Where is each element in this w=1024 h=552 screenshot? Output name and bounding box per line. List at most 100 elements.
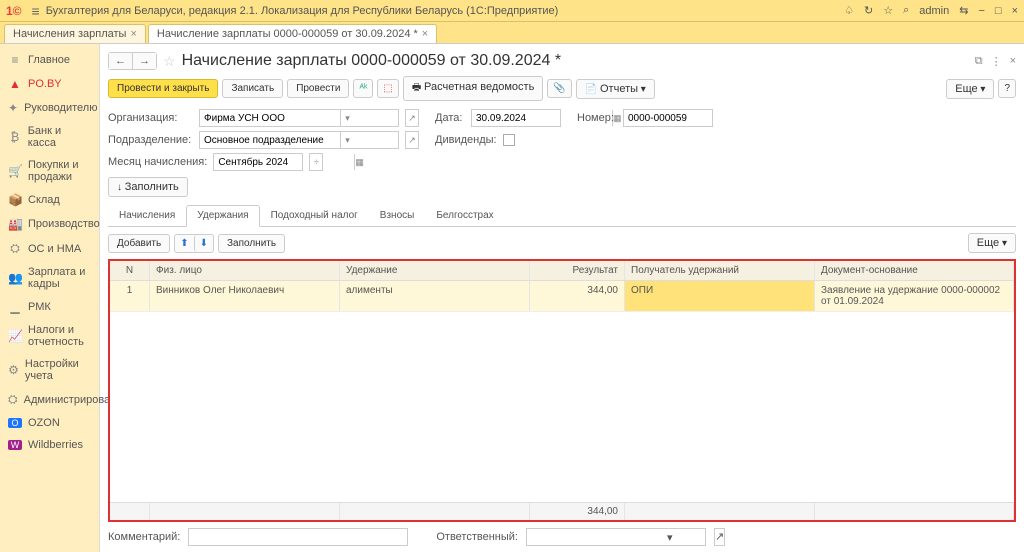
sidebar-item-admin[interactable]: ⛭Администрирование (0, 387, 99, 412)
sidebar-item-tax[interactable]: 📈Налоги и отчетность (0, 319, 99, 353)
otchety-button[interactable]: 📄 Отчеты ▾ (576, 79, 655, 99)
sidebar-item-ozon[interactable]: OOZON (0, 412, 99, 434)
month-stepper[interactable]: ÷ (309, 153, 323, 171)
dividend-checkbox[interactable] (503, 134, 515, 146)
calendar-icon[interactable]: ▦ (354, 154, 364, 170)
sidebar-item-main[interactable]: ≡Главное (0, 48, 99, 72)
attach-button[interactable]: 📎 (547, 79, 571, 98)
maximize-icon[interactable]: □ (995, 5, 1002, 17)
cell-res: 344,00 (530, 281, 625, 311)
home-icon: ≡ (8, 53, 22, 67)
dropdown-icon[interactable]: ▾ (667, 531, 673, 544)
cell-fio: Винников Олег Николаевич (150, 281, 340, 311)
month-input-wrap: ▦ (213, 153, 303, 171)
subtab-nachisleniya[interactable]: Начисления (108, 205, 186, 226)
add-button[interactable]: Добавить (108, 234, 170, 253)
cell-doc: Заявление на удержание 0000-000002 от 01… (815, 281, 1014, 311)
move-group: ⬆ ⬇ (174, 234, 214, 253)
people-icon: 👥 (8, 271, 22, 285)
resp-input[interactable] (527, 529, 667, 545)
org-input[interactable] (200, 110, 340, 126)
number-input[interactable] (624, 110, 764, 126)
fill-button[interactable]: ↓ Заполнить (108, 177, 188, 197)
sidebar-item-warehouse[interactable]: 📦Склад (0, 188, 99, 212)
fill-table-button[interactable]: Заполнить (218, 234, 285, 253)
app-title: Бухгалтерия для Беларуси, редакция 2.1. … (46, 5, 844, 17)
nav-forward-button[interactable]: → (133, 53, 156, 69)
help-button[interactable]: ? (998, 79, 1016, 98)
minimize-icon[interactable]: − (978, 5, 984, 17)
cell-pol[interactable]: ОПИ (625, 281, 815, 311)
sidebar-item-os[interactable]: ⛭ОС и НМА (0, 236, 99, 261)
open-resp-button[interactable]: ↗ (714, 528, 725, 546)
bell-icon[interactable]: ♤ (844, 4, 854, 17)
close-doc-icon[interactable]: × (1010, 55, 1016, 68)
comment-input[interactable] (189, 529, 329, 545)
dropdown-icon[interactable]: ▾ (340, 132, 354, 148)
month-input[interactable] (214, 154, 354, 170)
tab-doc[interactable]: Начисление зарплаты 0000-000059 от 30.09… (148, 24, 437, 43)
more-icon[interactable]: ⋮ (991, 55, 1002, 68)
sidebar-item-poby[interactable]: ▲PO.BY (0, 72, 99, 96)
factory-icon: 🏭 (8, 217, 22, 231)
number-input-wrap (623, 109, 713, 127)
star-icon[interactable]: ☆ (883, 4, 893, 17)
bank-icon: ₿ (8, 130, 22, 144)
table-body: 1 Винников Олег Николаевич алименты 344,… (110, 281, 1014, 502)
tab-list[interactable]: Начисления зарплаты× (4, 24, 146, 43)
provesti-button[interactable]: Провести (287, 79, 349, 98)
table: N Физ. лицо Удержание Результат Получате… (108, 259, 1016, 522)
sidebar-item-manager[interactable]: ✦Руководителю (0, 96, 99, 120)
table-more-button[interactable]: Еще ▾ (968, 233, 1016, 253)
sidebar-item-settings[interactable]: ⚙Настройки учета (0, 353, 99, 387)
dt-kt-button[interactable]: ᴬᵏ (353, 79, 373, 98)
provesti-zakryt-button[interactable]: Провести и закрыть (108, 79, 218, 98)
th-fio[interactable]: Физ. лицо (150, 261, 340, 280)
date-input-wrap: ▦ (471, 109, 561, 127)
move-down-button[interactable]: ⬇ (194, 235, 213, 252)
vedomost-button[interactable]: 🖶 Расчетная ведомость (403, 76, 544, 101)
more-button[interactable]: Еще ▾ (946, 79, 994, 99)
th-uderzhanie[interactable]: Удержание (340, 261, 530, 280)
table-row[interactable]: 1 Винников Олег Николаевич алименты 344,… (110, 281, 1014, 312)
podr-input[interactable] (200, 132, 340, 148)
subtab-podohodnyi[interactable]: Подоходный налог (260, 205, 369, 226)
search-icon[interactable]: ⌕ (903, 4, 909, 17)
dropdown-icon[interactable]: ▾ (340, 110, 354, 126)
sidebar-item-sales[interactable]: 🛒Покупки и продажи (0, 154, 99, 188)
th-n[interactable]: N (110, 261, 150, 280)
favorite-icon[interactable]: ☆ (163, 53, 176, 70)
subtab-vznosy[interactable]: Взносы (369, 205, 426, 226)
user-label[interactable]: admin (919, 5, 949, 17)
close-icon[interactable]: × (130, 28, 136, 40)
comment-input-wrap (188, 528, 408, 546)
move-up-button[interactable]: ⬆ (175, 235, 193, 252)
sidebar-item-wb[interactable]: WWildberries (0, 434, 99, 456)
th-result[interactable]: Результат (530, 261, 625, 280)
sidebar-item-bank[interactable]: ₿Банк и касса (0, 120, 99, 154)
admin-icon: ⛭ (8, 392, 18, 407)
link-icon[interactable]: ⧉ (975, 55, 983, 68)
zapisat-button[interactable]: Записать (222, 79, 283, 98)
close-icon[interactable]: × (422, 28, 428, 40)
th-poluchatel[interactable]: Получатель удержаний (625, 261, 815, 280)
nav-back-button[interactable]: ← (109, 53, 133, 69)
history-icon[interactable]: ↻ (864, 4, 873, 17)
settings-icon[interactable]: ⇆ (959, 4, 968, 17)
close-icon[interactable]: × (1012, 5, 1018, 17)
ozon-icon: O (8, 418, 22, 428)
subtab-uderzhaniya[interactable]: Удержания (186, 205, 259, 227)
menu-icon[interactable]: ≡ (32, 3, 40, 19)
sidebar-item-rmk[interactable]: ▁РМК (0, 295, 99, 319)
number-label: Номер: (577, 112, 617, 124)
subtab-belgosstrakh[interactable]: Белгосстрах (425, 205, 504, 226)
row-month: Месяц начисления: ▦ ÷ (108, 151, 1016, 173)
th-doc[interactable]: Документ-основание (815, 261, 1014, 280)
sidebar-item-production[interactable]: 🏭Производство (0, 212, 99, 236)
sidebar: ≡Главное ▲PO.BY ✦Руководителю ₿Банк и ка… (0, 44, 100, 552)
tree-button[interactable]: ⬚ (377, 79, 398, 98)
open-podr-button[interactable]: ↗ (405, 131, 419, 149)
sidebar-item-salary[interactable]: 👥Зарплата и кадры (0, 261, 99, 295)
open-org-button[interactable]: ↗ (405, 109, 419, 127)
doc-title: Начисление зарплаты 0000-000059 от 30.09… (182, 52, 562, 70)
